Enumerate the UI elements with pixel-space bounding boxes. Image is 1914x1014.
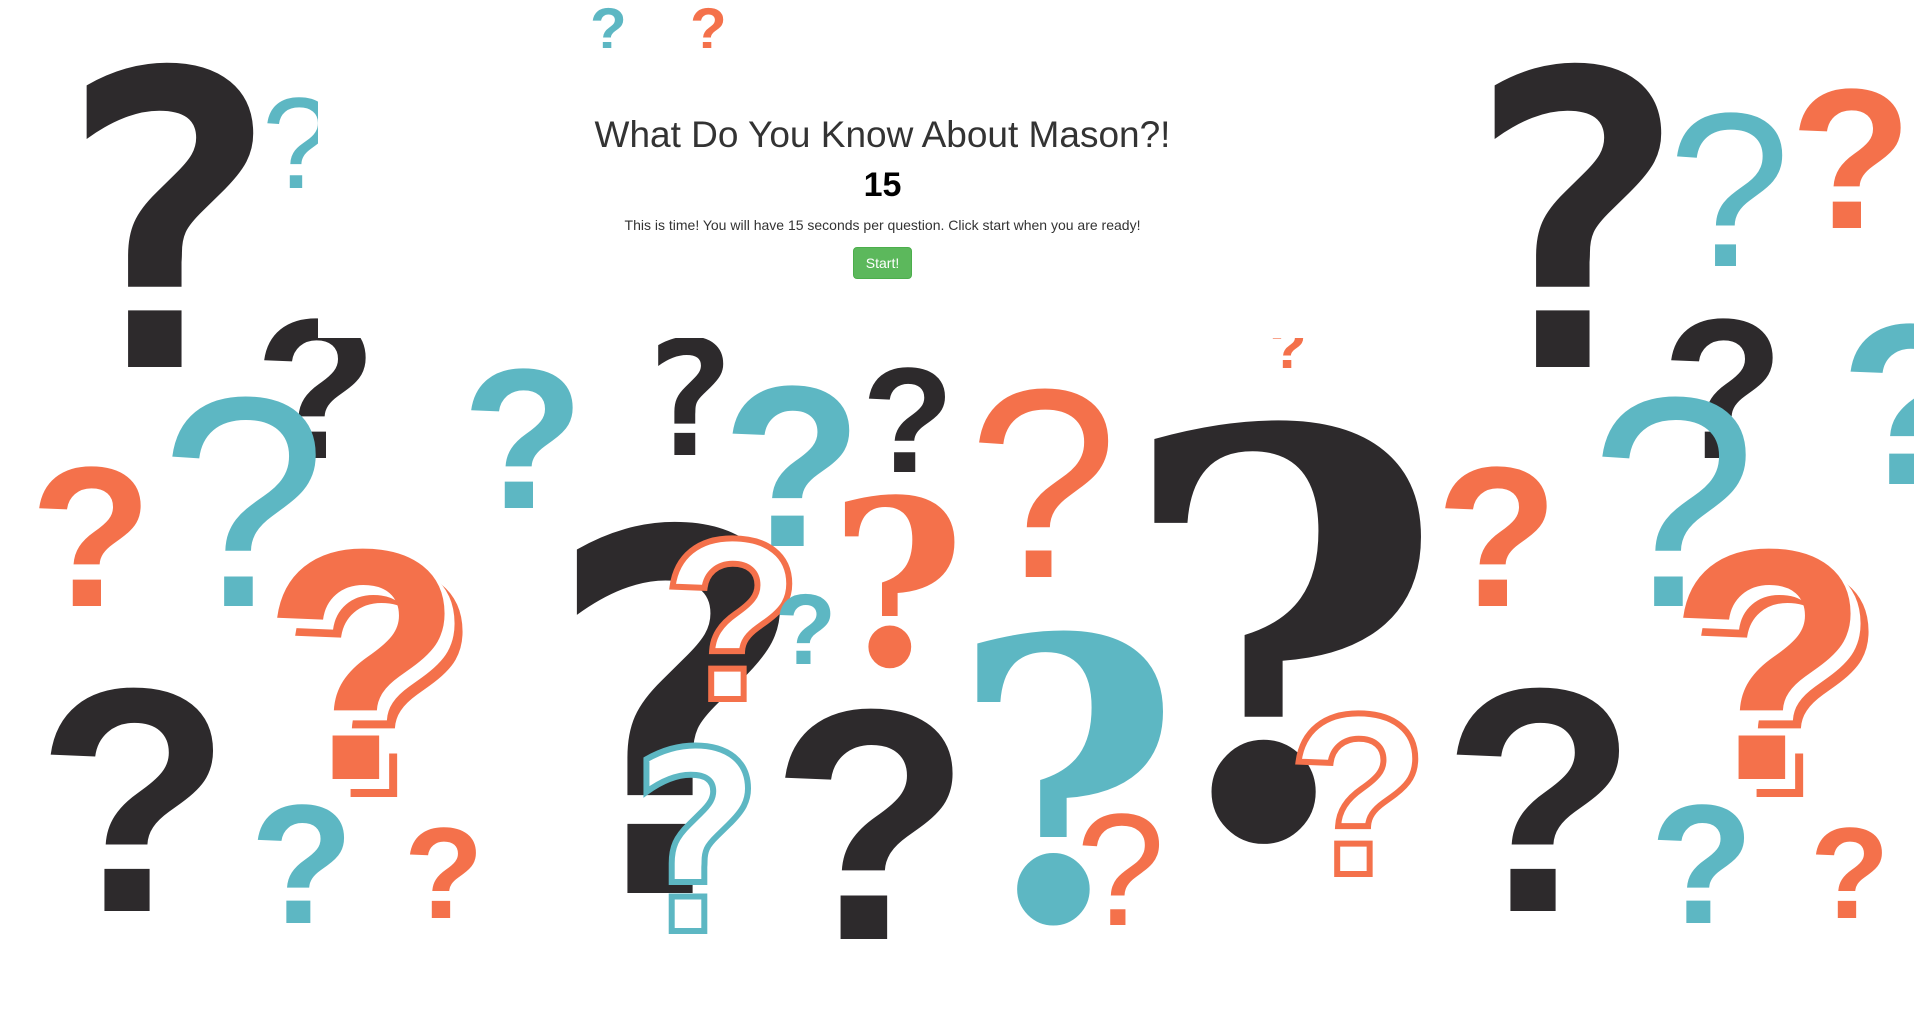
quiz-panel: What Do You Know About Mason?! 15 This i… bbox=[318, 48, 1447, 338]
timer-display: 15 bbox=[863, 166, 902, 204]
question-mark-icon: ? bbox=[250, 770, 354, 960]
question-mark-icon: ? bbox=[1650, 770, 1754, 960]
question-mark-icon: ? bbox=[1436, 426, 1559, 649]
question-mark-icon: ? bbox=[1668, 67, 1791, 313]
question-mark-icon: ? bbox=[1285, 666, 1431, 923]
question-mark-icon: ? bbox=[36, 621, 232, 979]
question-mark-icon: ? bbox=[615, 699, 771, 990]
question-mark-icon: ? bbox=[30, 426, 153, 649]
question-mark-icon: ? bbox=[1442, 621, 1638, 979]
question-mark-icon: ? bbox=[404, 800, 484, 946]
start-button[interactable]: Start! bbox=[852, 247, 913, 279]
instructions-text: This is time! You will have 15 seconds p… bbox=[624, 217, 1141, 233]
question-mark-icon: ? bbox=[1810, 800, 1890, 946]
page-title: What Do You Know About Mason?! bbox=[594, 114, 1171, 155]
question-mark-icon: ? bbox=[770, 640, 972, 1009]
quiz-page: ? ? ? ? ? ? ? ? ? ? ? ? ? ? ? ? ? ? ? ? … bbox=[0, 0, 1914, 1014]
question-mark-icon: ? bbox=[862, 336, 954, 504]
question-mark-icon: ? bbox=[1790, 48, 1913, 271]
